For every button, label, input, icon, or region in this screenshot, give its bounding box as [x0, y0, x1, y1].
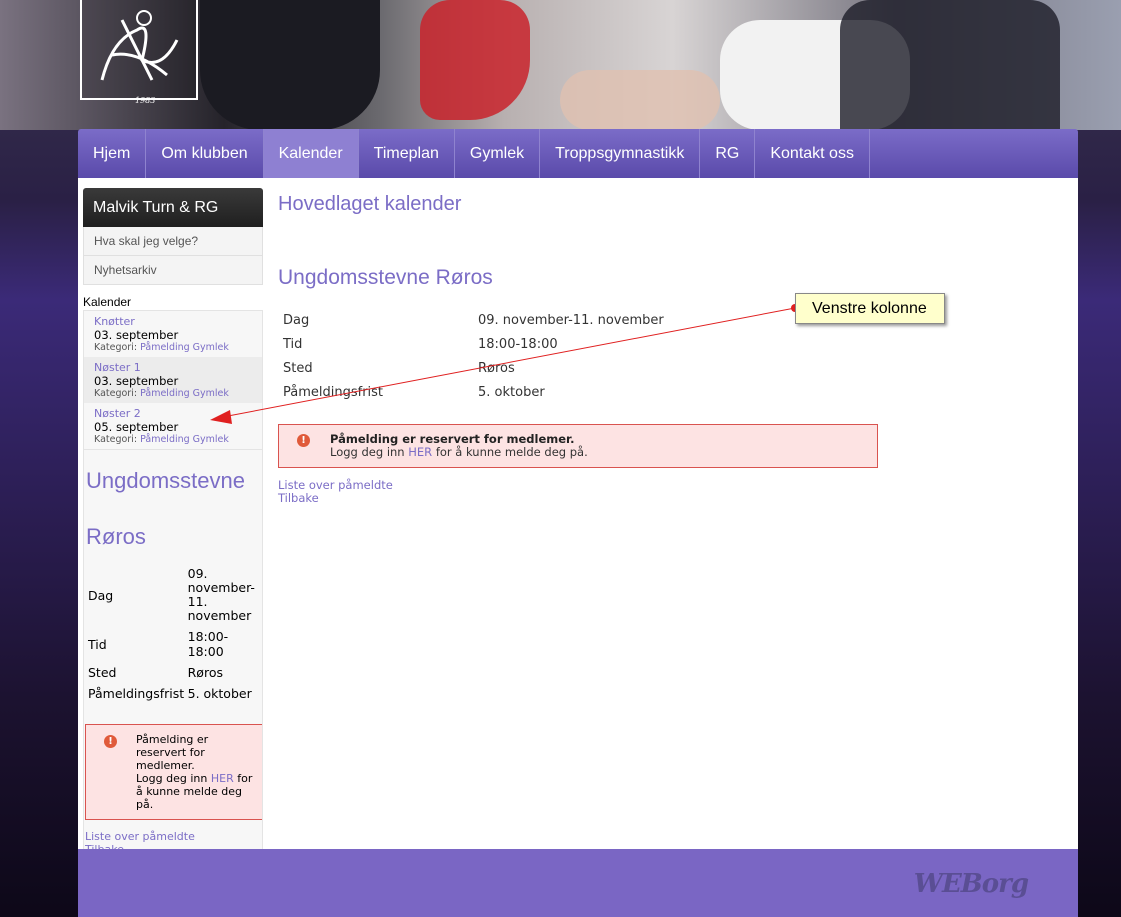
- nav-rg[interactable]: RG: [700, 129, 756, 178]
- tid-value: 18:00-18:00: [187, 629, 229, 659]
- logo-year: 1983: [135, 96, 156, 105]
- sidebar-heading: Malvik Turn & RG: [83, 188, 263, 227]
- frist-label: Påmeldingsfrist: [88, 686, 185, 701]
- sted-label: Sted: [88, 665, 117, 680]
- header-banner: 1983: [0, 0, 1121, 130]
- event-date: 03. september: [94, 374, 179, 388]
- sidebar-link-nyhetsarkiv[interactable]: Nyhetsarkiv: [83, 256, 263, 285]
- tid-label: Tid: [88, 636, 107, 652]
- login-link[interactable]: HER: [408, 445, 432, 459]
- dag-value: 09. november-11. november: [187, 566, 255, 623]
- event-title[interactable]: Nøster 2: [94, 407, 252, 420]
- event-title[interactable]: Nøster 1: [94, 361, 252, 374]
- nav-om-klubben[interactable]: Om klubben: [146, 129, 264, 178]
- category-label: Kategori:: [94, 434, 138, 445]
- nav-kalender[interactable]: Kalender: [263, 129, 359, 178]
- kalender-item[interactable]: Nøster 2 05. september Kategori: Påmeldi…: [84, 403, 262, 449]
- info-row: Sted Røros: [283, 360, 515, 376]
- nav-troppsgymnastikk[interactable]: Troppsgymnastikk: [540, 129, 701, 178]
- event-heading: Ungdomsstevne Røros: [278, 266, 493, 289]
- category-link[interactable]: Påmelding Gymlek: [140, 342, 229, 353]
- category-label: Kategori:: [94, 388, 138, 399]
- back-link[interactable]: Tilbake: [278, 492, 1058, 505]
- dag-label: Dag: [88, 587, 114, 603]
- category-link[interactable]: Påmelding Gymlek: [140, 388, 229, 399]
- left-column: Malvik Turn & RG Hva skal jeg velge? Nyh…: [83, 188, 263, 859]
- footer: WEBorg: [78, 849, 1078, 917]
- participants-link[interactable]: Liste over påmeldte: [85, 830, 262, 843]
- nav-timeplan[interactable]: Timeplan: [359, 129, 455, 178]
- kalender-heading: Kalender: [83, 295, 132, 309]
- sted-value: Røros: [187, 665, 223, 680]
- event-date: 03. september: [94, 328, 179, 342]
- sidebar-login-alert: ! Påmelding er reservert for medlemer. L…: [85, 724, 262, 820]
- nav-kontakt-oss[interactable]: Kontakt oss: [755, 129, 870, 178]
- sidebar-info-table: Dag 09. november-11. november Tid 18:00-18…: [88, 564, 262, 704]
- main-content: Hovedlaget kalender Ungdomsstevne Røros …: [278, 193, 1058, 505]
- category-label: Kategori:: [94, 342, 138, 353]
- annotation-callout: Venstre kolonne: [795, 293, 945, 324]
- event-info-table: Dag 09. november-11. november Tid 18:00-18…: [283, 308, 664, 404]
- club-logo[interactable]: [80, 0, 198, 100]
- info-row: Påmeldingsfrist 5. oktober: [283, 384, 545, 400]
- login-link[interactable]: HER: [211, 772, 234, 785]
- frist-value: 5. oktober: [187, 686, 252, 701]
- participants-link[interactable]: Liste over påmeldte: [278, 479, 1058, 492]
- warning-icon: !: [297, 434, 310, 447]
- kalender-list: Knøtter 03. september Kategori: Påmeldin…: [83, 310, 263, 450]
- weborg-logo[interactable]: WEBorg: [914, 869, 1029, 899]
- category-link[interactable]: Påmelding Gymlek: [140, 434, 229, 445]
- nav-hjem[interactable]: Hjem: [78, 129, 147, 178]
- page-title: Hovedlaget kalender: [278, 193, 462, 215]
- sidebar-link-velge[interactable]: Hva skal jeg velge?: [83, 227, 263, 256]
- kalender-item[interactable]: Knøtter 03. september Kategori: Påmeldin…: [84, 311, 262, 357]
- main-nav: Hjem Om klubben Kalender Timeplan Gymlek…: [78, 129, 1078, 178]
- info-row: Tid 18:00-18:00: [283, 336, 558, 352]
- sidebar-event-title-line2: Røros: [86, 524, 146, 549]
- warning-icon: !: [104, 735, 117, 748]
- sidebar-event-detail: Ungdomsstevne Røros Dag 09. november-11. …: [83, 450, 263, 859]
- nav-gymlek[interactable]: Gymlek: [455, 129, 541, 178]
- kalender-item[interactable]: Nøster 1 03. september Kategori: Påmeldi…: [84, 357, 262, 403]
- event-title[interactable]: Knøtter: [94, 315, 252, 328]
- alert-text: Påmelding er reservert for medlemer.: [136, 733, 209, 772]
- login-alert: ! Påmelding er reservert for medlemer. L…: [278, 424, 878, 468]
- info-row: Dag 09. november-11. november: [283, 312, 664, 328]
- event-date: 05. september: [94, 420, 179, 434]
- sidebar-event-title: Ungdomsstevne: [86, 468, 245, 493]
- main-area: Malvik Turn & RG Hva skal jeg velge? Nyh…: [78, 178, 1078, 859]
